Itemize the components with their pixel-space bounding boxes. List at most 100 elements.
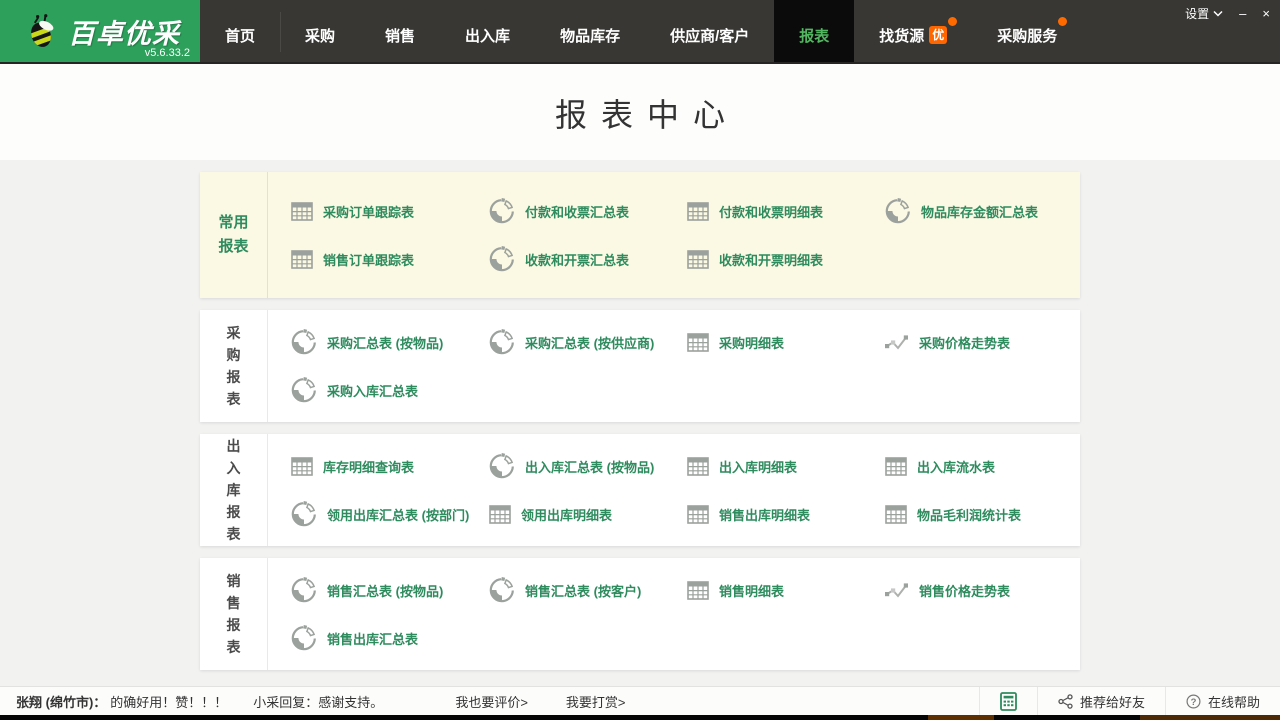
report-link-sales-0-3[interactable]: 销售价格走势表	[885, 566, 1083, 614]
share-icon	[1058, 694, 1073, 709]
nav-item-4[interactable]: 出入库	[440, 0, 535, 62]
donut-chart-icon	[489, 198, 515, 224]
nav-item-6[interactable]: 供应商/客户	[645, 0, 774, 62]
donut-chart-icon	[489, 246, 515, 272]
report-link-common-0-3[interactable]: 物品库存金额汇总表	[885, 187, 1083, 235]
report-link-label: 物品库存金额汇总表	[921, 202, 1038, 221]
status-bar: 张翔 (绵竹市)： 的确好用！赞！！！ 小采回复：感谢支持。 我也要评价> 我要…	[0, 686, 1280, 715]
nav-item-label: 采购服务	[997, 25, 1057, 46]
nav-item-label: 物品库存	[560, 25, 620, 46]
version-label: v5.6.33.2	[145, 47, 190, 59]
report-link-inout-0-1[interactable]: 出入库汇总表 (按物品)	[489, 442, 687, 490]
trend-line-icon	[885, 333, 909, 351]
settings-menu[interactable]: 设置	[1185, 5, 1223, 22]
main-nav: 首页 采购 销售 出入库 物品库存 供应商/客户 报表 找货源优 采购服务	[200, 0, 1280, 62]
report-link-sales-1-0[interactable]: 销售出库汇总表	[291, 614, 489, 662]
nav-item-1[interactable]: 首页	[200, 0, 280, 62]
nav-item-8[interactable]: 找货源优	[854, 0, 972, 62]
brand-logo[interactable]: 百卓优采 v5.6.33.2	[0, 0, 200, 62]
report-link-label: 销售订单跟踪表	[323, 250, 414, 269]
notification-dot-icon	[1058, 17, 1067, 26]
donut-chart-icon	[489, 329, 515, 355]
donut-chart-icon	[885, 198, 911, 224]
notification-dot-icon	[948, 17, 957, 26]
section-grid: 采购订单跟踪表 付款和收票汇总表付款和收票明细表 物品库存金额汇总表销售订单跟踪表 收…	[268, 172, 1083, 298]
title-band: 报表中心	[0, 64, 1280, 160]
recommend-button[interactable]: 推荐给好友	[1037, 687, 1165, 715]
nav-item-5[interactable]: 物品库存	[535, 0, 645, 62]
section-common: 常用报表采购订单跟踪表付款和收票汇总表付款和收票明细表物品库存金额汇总表销售订单…	[200, 172, 1080, 298]
report-link-inout-0-3[interactable]: 出入库流水表	[885, 442, 1083, 490]
taskbar-edge	[0, 715, 1280, 720]
close-button[interactable]: ×	[1262, 7, 1270, 20]
report-link-label: 领用出库汇总表 (按部门)	[327, 505, 469, 524]
report-link-label: 销售汇总表 (按客户)	[525, 581, 641, 600]
report-link-label: 收款和开票明细表	[719, 250, 823, 269]
report-link-inout-0-2[interactable]: 出入库明细表	[687, 442, 885, 490]
donut-chart-icon	[489, 577, 515, 603]
report-link-sales-0-1[interactable]: 销售汇总表 (按客户)	[489, 566, 687, 614]
app-window: 百卓优采 v5.6.33.2 首页 采购 销售 出入库 物品库存 供应商/客户 报表 找货源优…	[0, 0, 1280, 720]
report-link-label: 出入库流水表	[917, 457, 995, 476]
report-link-purchase-1-0[interactable]: 采购入库汇总表	[291, 366, 489, 414]
report-link-label: 物品毛利润统计表	[917, 505, 1021, 524]
table-report-icon	[687, 250, 709, 269]
report-link-common-1-0[interactable]: 销售订单跟踪表	[291, 235, 489, 283]
nav-item-3[interactable]: 销售	[360, 0, 440, 62]
calculator-button[interactable]	[979, 687, 1037, 715]
report-link-purchase-0-2[interactable]: 采购明细表	[687, 318, 885, 366]
report-link-purchase-0-0[interactable]: 采购汇总表 (按物品)	[291, 318, 489, 366]
nav-item-2[interactable]: 采购	[280, 0, 360, 62]
report-link-inout-1-2[interactable]: 销售出库明细表	[687, 490, 885, 538]
empty-cell	[885, 235, 1083, 283]
report-link-purchase-0-1[interactable]: 采购汇总表 (按供应商)	[489, 318, 687, 366]
nav-item-label: 销售	[385, 25, 415, 46]
nav-item-9[interactable]: 采购服务	[972, 0, 1082, 62]
taskbar-segment	[928, 715, 994, 720]
report-link-inout-1-1[interactable]: 领用出库明细表	[489, 490, 687, 538]
report-link-common-1-1[interactable]: 收款和开票汇总表	[489, 235, 687, 283]
report-link-inout-0-0[interactable]: 库存明细查询表	[291, 442, 489, 490]
empty-cell	[687, 614, 885, 662]
donut-chart-icon	[291, 329, 317, 355]
svg-text:?: ?	[1191, 696, 1197, 707]
taskbar-segment	[1140, 715, 1280, 720]
report-link-common-0-0[interactable]: 采购订单跟踪表	[291, 187, 489, 235]
table-report-icon	[291, 202, 313, 221]
section-inout: 出入库报表库存明细查询表出入库汇总表 (按物品)出入库明细表 出入库流水表领用出库…	[200, 434, 1080, 546]
minimize-button[interactable]: –	[1239, 7, 1246, 20]
nav-item-label: 出入库	[465, 25, 510, 46]
report-link-label: 销售价格走势表	[919, 581, 1010, 600]
section-label: 出入库报表	[200, 434, 268, 546]
report-link-sales-0-0[interactable]: 销售汇总表 (按物品)	[291, 566, 489, 614]
nav-item-label: 报表	[799, 25, 829, 46]
report-link-label: 采购入库汇总表	[327, 381, 418, 400]
report-link-label: 销售汇总表 (按物品)	[327, 581, 443, 600]
section-sales: 销售报表销售汇总表 (按物品)销售汇总表 (按客户)销售明细表销售价格走势表销售…	[200, 558, 1080, 670]
promo-badge: 优	[929, 26, 947, 44]
page-title: 报表中心	[0, 90, 1280, 136]
question-mark-icon: ?	[1186, 694, 1201, 709]
help-button[interactable]: ? 在线帮助	[1165, 687, 1280, 715]
report-link-label: 销售出库明细表	[719, 505, 810, 524]
report-link-inout-1-3[interactable]: 物品毛利润统计表	[885, 490, 1083, 538]
table-report-icon	[687, 333, 709, 352]
report-center-page: 报表中心 常用报表采购订单跟踪表付款和收票汇总表付款和收票明细表物品库存金额汇总…	[0, 64, 1280, 686]
review-text: 的确好用！赞！！！	[110, 692, 227, 711]
review-user: 张翔 (绵竹市)：	[16, 692, 106, 711]
chevron-down-icon	[1213, 10, 1223, 17]
report-link-label: 收款和开票汇总表	[525, 250, 629, 269]
rate-link[interactable]: 我也要评价>	[455, 692, 528, 711]
nav-item-7[interactable]: 报表	[774, 0, 854, 62]
tip-link[interactable]: 我要打赏>	[566, 692, 626, 711]
report-link-sales-0-2[interactable]: 销售明细表	[687, 566, 885, 614]
report-link-purchase-0-3[interactable]: 采购价格走势表	[885, 318, 1083, 366]
report-link-common-1-2[interactable]: 收款和开票明细表	[687, 235, 885, 283]
empty-cell	[489, 366, 687, 414]
nav-item-label: 首页	[225, 25, 255, 46]
report-link-common-0-2[interactable]: 付款和收票明细表	[687, 187, 885, 235]
report-link-label: 采购订单跟踪表	[323, 202, 414, 221]
report-link-common-0-1[interactable]: 付款和收票汇总表	[489, 187, 687, 235]
report-link-label: 领用出库明细表	[521, 505, 612, 524]
report-link-inout-1-0[interactable]: 领用出库汇总表 (按部门)	[291, 490, 489, 538]
